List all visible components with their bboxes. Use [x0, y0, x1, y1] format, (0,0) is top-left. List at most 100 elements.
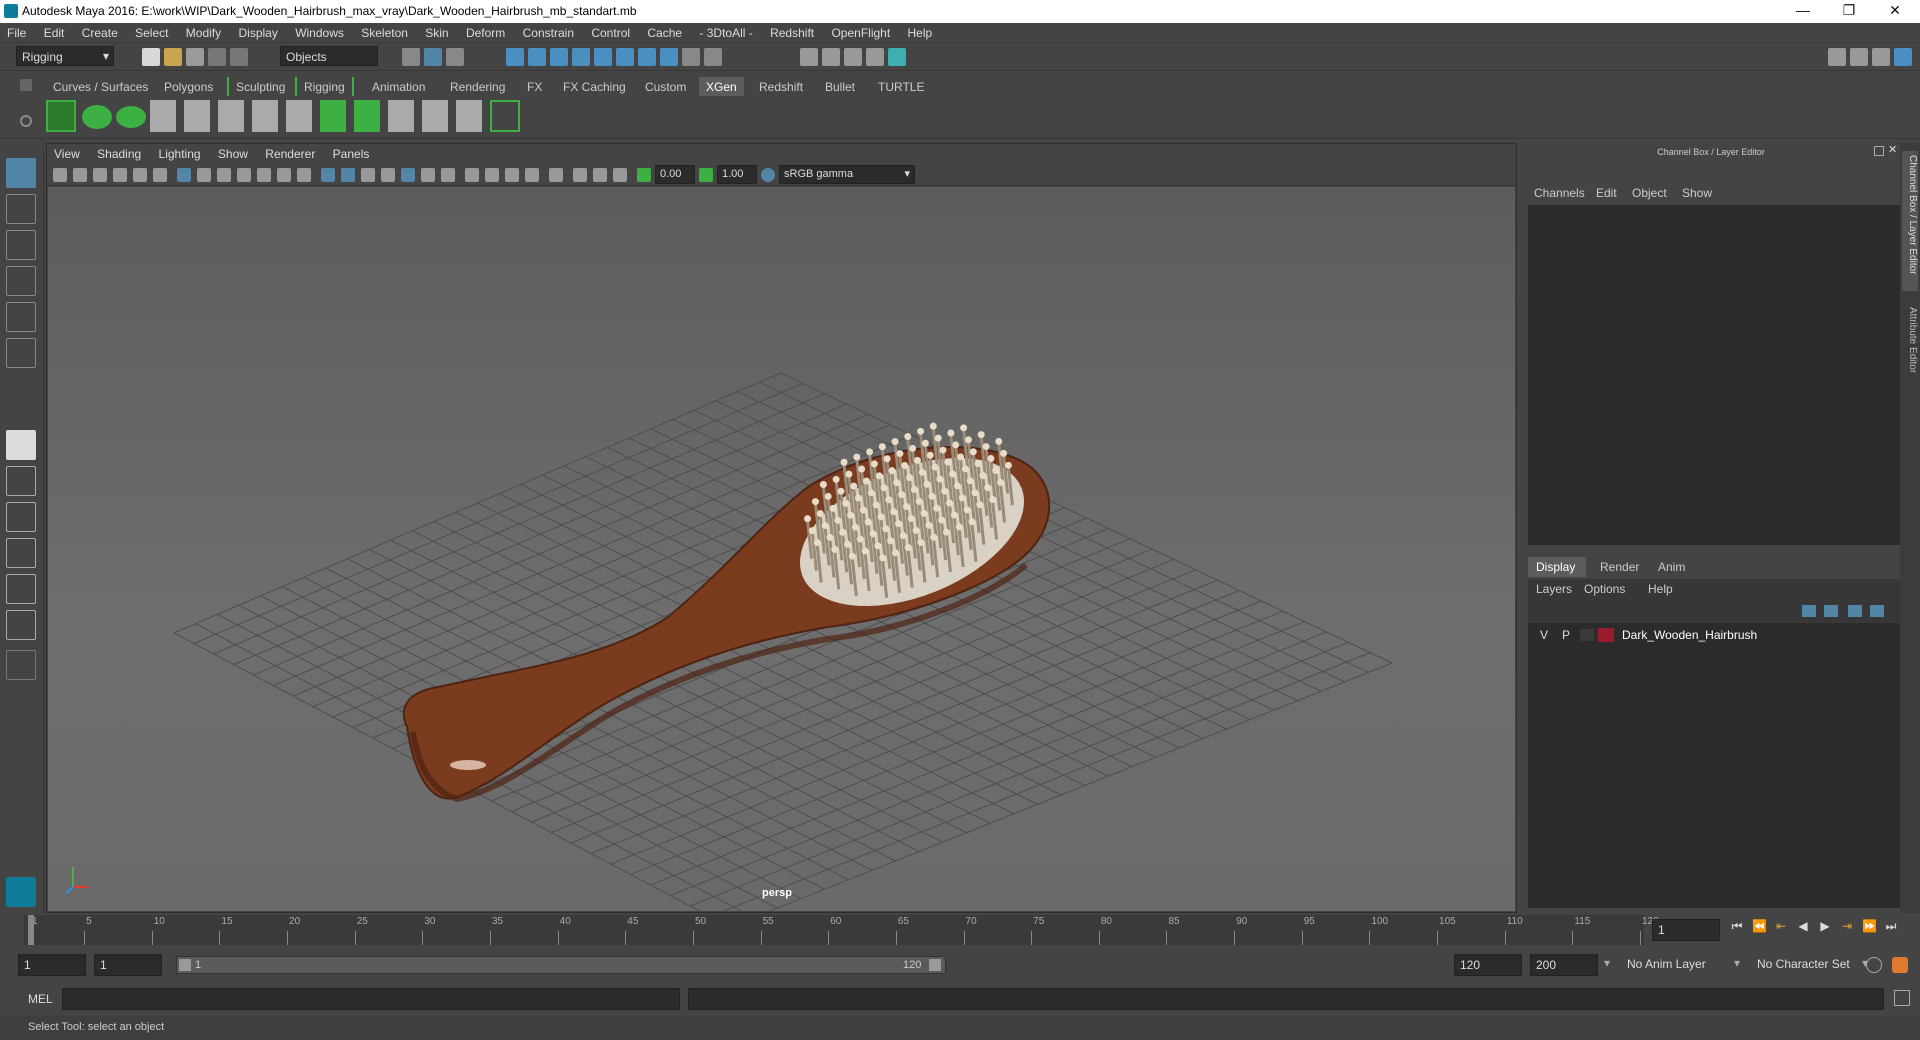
resolution-gate-icon[interactable] [217, 168, 231, 182]
two-d-pan-icon[interactable] [133, 168, 147, 182]
snap-view-plane-icon[interactable] [572, 48, 590, 66]
colorspace-dropdown[interactable]: sRGB gamma ▾ [779, 165, 915, 184]
selection-mode-dropdown[interactable]: Objects [280, 46, 378, 66]
layer-menu-help[interactable]: Help [1648, 582, 1673, 596]
vp-menu-panels[interactable]: Panels [326, 144, 377, 164]
step-forward-key-icon[interactable]: ⇥ [1840, 919, 1854, 933]
scene-start-input[interactable]: 1 [18, 954, 86, 976]
cb-menu-object[interactable]: Object [1632, 186, 1667, 200]
chevron-down-icon[interactable]: ▾ [1734, 956, 1740, 970]
menu-skin[interactable]: Skin [418, 23, 455, 40]
menu-redshift[interactable]: Redshift [763, 23, 821, 40]
menu-control[interactable]: Control [584, 23, 637, 40]
range-end-handle[interactable] [929, 959, 941, 971]
close-button[interactable]: ✕ [1872, 0, 1918, 23]
gate-mask-icon[interactable] [237, 168, 251, 182]
motion-blur-icon[interactable] [485, 168, 499, 182]
vp-menu-view[interactable]: View [47, 144, 87, 164]
undo-icon[interactable] [208, 48, 226, 66]
color-management-icon[interactable] [761, 168, 775, 182]
time-slider[interactable]: 1 5 10 15 20 25 30 35 40 45 50 55 60 65 70 75 80 85 90 95 10… [0, 913, 1920, 947]
mel-label[interactable]: MEL [28, 992, 53, 1006]
layer-guide-icon[interactable] [354, 100, 380, 132]
use-all-lights-icon[interactable] [421, 168, 435, 182]
anim-layer-dropdown[interactable]: No Anim Layer [1622, 954, 1742, 976]
go-to-start-icon[interactable]: ⏮ [1730, 919, 1744, 933]
shelf-menu-icon[interactable] [20, 79, 32, 91]
mel-input[interactable] [62, 988, 680, 1010]
float-panel-icon[interactable] [1874, 146, 1884, 156]
xray-icon[interactable] [573, 168, 587, 182]
wireframe-icon[interactable] [321, 168, 335, 182]
default-lighting-icon[interactable] [361, 168, 375, 182]
groom-icon[interactable] [422, 100, 448, 132]
question-icon[interactable] [660, 48, 678, 66]
tab-bullet[interactable]: Bullet [818, 77, 862, 96]
range-slider[interactable]: 1 120 [176, 956, 946, 974]
menuset-dropdown[interactable]: Rigging ▾ [16, 46, 114, 66]
sculpt-guide-icon[interactable] [218, 100, 244, 132]
safe-action-icon[interactable] [277, 168, 291, 182]
tab-fx[interactable]: FX [520, 77, 549, 96]
animation-preferences-icon[interactable] [1892, 957, 1908, 973]
render-view-icon[interactable] [888, 48, 906, 66]
xgen-description-icon[interactable] [116, 106, 146, 128]
xray-components-icon[interactable] [613, 168, 627, 182]
go-to-end-icon[interactable]: ⏭ [1884, 919, 1898, 933]
wireframe-on-shaded-icon[interactable] [381, 168, 395, 182]
tab-turtle[interactable]: TURTLE [871, 77, 931, 96]
cb-menu-show[interactable]: Show [1682, 186, 1712, 200]
snap-surface-icon[interactable] [594, 48, 612, 66]
scene-end-input[interactable]: 200 [1530, 954, 1598, 976]
side-tab-channel-box[interactable]: Channel Box / Layer Editor [1902, 151, 1918, 291]
tab-sculpting[interactable]: Sculpting [227, 77, 292, 96]
vp-menu-lighting[interactable]: Lighting [152, 144, 208, 164]
camera-attributes-icon[interactable] [73, 168, 87, 182]
redo-icon[interactable] [230, 48, 248, 66]
tab-redshift[interactable]: Redshift [752, 77, 810, 96]
menu-file[interactable]: File [0, 23, 33, 40]
lock-length-icon[interactable] [286, 100, 312, 132]
tab-polygons[interactable]: Polygons [157, 77, 220, 96]
layer-playback-toggle[interactable]: P [1562, 628, 1570, 642]
menu-edit[interactable]: Edit [37, 23, 72, 40]
single-pane-layout-icon[interactable] [6, 430, 36, 460]
modeling-toolkit-icon[interactable] [1828, 48, 1846, 66]
open-scene-icon[interactable] [164, 48, 182, 66]
xgen-preview-icon[interactable] [82, 105, 112, 129]
play-backwards-icon[interactable]: ◀ [1796, 919, 1810, 933]
menu-skeleton[interactable]: Skeleton [354, 23, 415, 40]
gamma-icon[interactable] [699, 168, 713, 182]
menu-constrain[interactable]: Constrain [516, 23, 581, 40]
isolate-select-icon[interactable] [549, 168, 563, 182]
bend-guide-icon[interactable] [252, 100, 278, 132]
rotate-tool-icon[interactable] [6, 302, 36, 332]
snap-curve-icon[interactable] [528, 48, 546, 66]
lock-icon[interactable] [682, 48, 700, 66]
menu-display[interactable]: Display [231, 23, 284, 40]
collapse-toolbox-icon[interactable] [6, 650, 36, 680]
minimize-button[interactable]: — [1780, 0, 1826, 23]
persp-outliner-layout-icon[interactable] [6, 538, 36, 568]
grid-toggle-icon[interactable] [177, 168, 191, 182]
grow-guide-icon[interactable] [320, 100, 346, 132]
play-forwards-icon[interactable]: ▶ [1818, 919, 1832, 933]
character-set-dropdown[interactable]: No Character Set [1752, 954, 1862, 976]
auto-key-icon[interactable] [1866, 957, 1882, 973]
xray-joints-icon[interactable] [593, 168, 607, 182]
paint-select-icon[interactable] [6, 230, 36, 260]
history-icon[interactable] [638, 48, 656, 66]
menu-help[interactable]: Help [901, 23, 940, 40]
scale-tool-icon[interactable] [6, 338, 36, 368]
move-tool-icon[interactable] [6, 266, 36, 296]
field-chart-icon[interactable] [257, 168, 271, 182]
new-scene-icon[interactable] [142, 48, 160, 66]
range-start-handle[interactable] [179, 959, 191, 971]
menu-cache[interactable]: Cache [640, 23, 689, 40]
step-back-icon[interactable]: ⏪ [1752, 919, 1767, 933]
render-settings-icon[interactable] [844, 48, 862, 66]
tool-settings-toggle-icon[interactable] [1872, 48, 1890, 66]
bookmark-icon[interactable] [93, 168, 107, 182]
add-guide-icon[interactable] [150, 100, 176, 132]
vp-menu-show[interactable]: Show [211, 144, 255, 164]
